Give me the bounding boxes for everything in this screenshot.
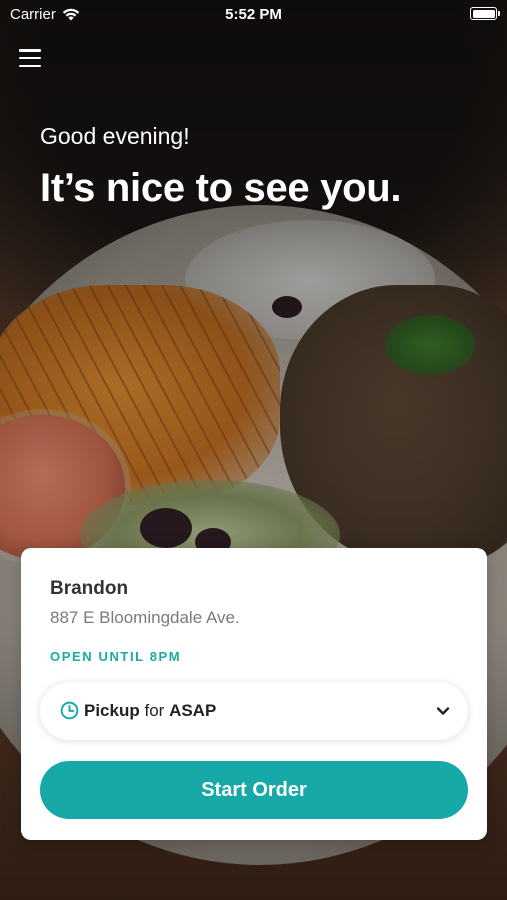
order-mode-connector: for [144,701,165,720]
battery-icon [470,7,500,20]
location-name: Brandon [50,578,129,599]
status-time: 5:52 PM [225,6,282,23]
location-card: Brandon 887 E Bloomingdale Ave. OPEN UNT… [21,548,487,840]
location-hours: OPEN UNTIL 8PM [50,649,182,664]
headline-text: It’s nice to see you. [40,166,402,210]
start-order-button[interactable]: Start Order [40,761,468,819]
status-bar: Carrier 5:52 PM [0,0,507,30]
greeting-text: Good evening! [40,123,190,149]
order-mode-selector[interactable]: Pickup for ASAP [40,682,468,740]
clock-icon [60,701,79,720]
order-mode-time: ASAP [169,701,217,720]
location-address: 887 E Bloomingdale Ave. [50,608,240,627]
hamburger-menu-icon[interactable] [18,47,42,69]
chevron-down-icon [436,707,450,715]
order-mode-type: Pickup [84,701,140,720]
order-mode-text: Pickup for ASAP [84,701,216,721]
